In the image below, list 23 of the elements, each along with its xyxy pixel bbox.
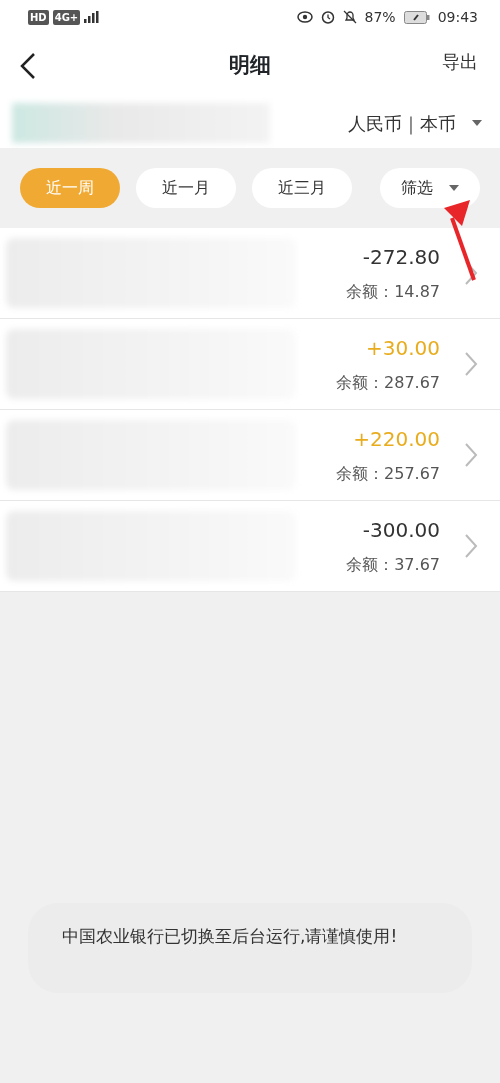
network-indicator: HD [28,9,49,25]
period-tab[interactable]: 近一月 [136,168,236,208]
export-link[interactable]: 导出 [442,48,478,75]
currency-selector[interactable]: 人民币｜本币 [348,109,456,137]
battery-percent: 87% [364,7,396,27]
filter-dropdown[interactable]: 筛选 [380,168,480,208]
balance-text: 余额：257.67 [336,463,440,485]
transaction-row[interactable]: +30.00 余额：287.67 [0,319,500,410]
balance-text: 余额：37.67 [346,554,440,576]
clock-time: 09:43 [437,7,478,27]
transaction-amount: -272.80 [362,244,440,271]
toast-message: 中国农业银行已切换至后台运行,请谨慎使用! [28,903,472,993]
period-tab[interactable]: 近三月 [252,168,352,208]
network-indicator: 4G+ [52,9,81,25]
transaction-amount: -300.00 [362,517,440,544]
transaction-row[interactable]: +220.00 余额：257.67 [0,410,500,501]
transaction-row[interactable]: -272.80 余额：14.87 [0,228,500,319]
transaction-amount: +30.00 [366,335,440,362]
page-title: 明细 [229,52,271,80]
transaction-amount: +220.00 [353,426,440,453]
balance-text: 余额：287.67 [336,372,440,394]
balance-text: 余额：14.87 [346,281,440,303]
transaction-row[interactable]: -300.00 余额：37.67 [0,501,500,592]
